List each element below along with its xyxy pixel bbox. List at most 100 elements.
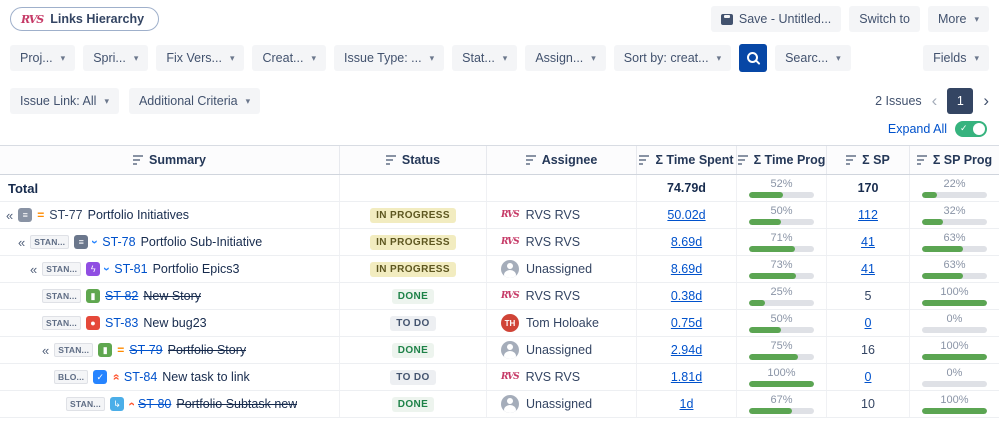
- progress-fill: [749, 191, 783, 198]
- collapse-button[interactable]: «: [42, 343, 49, 358]
- column-header-status[interactable]: Status: [340, 146, 487, 174]
- value-link[interactable]: 8.69d: [671, 262, 702, 276]
- filter-project-dropdown[interactable]: Proj...: [10, 45, 76, 71]
- assignee-name: RVS RVS: [525, 289, 581, 303]
- filter-issue-type-dropdown[interactable]: Issue Type: ...: [334, 45, 445, 71]
- issue-key[interactable]: ST-80: [138, 397, 171, 411]
- value-link[interactable]: 1.81d: [671, 370, 702, 384]
- progress-percent: 50%: [770, 204, 793, 217]
- column-header-sp-prog[interactable]: Σ SP Prog: [910, 146, 999, 174]
- progress-cell: 71%: [737, 229, 827, 255]
- status-cell: TO DO: [340, 310, 487, 336]
- save-button[interactable]: Save - Untitled...: [710, 6, 842, 32]
- filter-sprint-dropdown[interactable]: Spri...: [83, 45, 149, 71]
- issue-link-label: Issue Link: All: [20, 94, 97, 108]
- unassigned-avatar-icon: [501, 260, 519, 278]
- search-button[interactable]: [739, 44, 768, 72]
- total-row: Total 74.79d 52% 170 22%: [0, 175, 999, 202]
- value-link[interactable]: 0: [865, 370, 872, 384]
- value-cell: 16: [827, 337, 910, 363]
- issue-key[interactable]: ST-84: [124, 370, 157, 384]
- collapse-button[interactable]: «: [18, 235, 25, 250]
- story-icon: ▮: [98, 343, 113, 357]
- value-link[interactable]: 0.75d: [671, 316, 702, 330]
- page-number-button[interactable]: 1: [947, 88, 974, 114]
- progress-cell: 50%: [737, 310, 827, 336]
- value-cell: 0.75d: [637, 310, 737, 336]
- value-cell: 1.81d: [637, 364, 737, 390]
- issue-summary[interactable]: New Story: [143, 289, 201, 303]
- progress-bar: [922, 299, 987, 306]
- assignee-cell: Unassigned: [487, 337, 637, 363]
- issue-key[interactable]: ST-83: [105, 316, 138, 330]
- link-type-badge: STAN...: [42, 316, 81, 330]
- more-button[interactable]: More: [927, 6, 989, 32]
- value-link[interactable]: 1d: [680, 397, 694, 411]
- status-badge: DONE: [391, 288, 435, 304]
- filter-fix-version-dropdown[interactable]: Fix Vers...: [156, 45, 245, 71]
- value-link[interactable]: 41: [861, 235, 875, 249]
- filter-status-dropdown[interactable]: Stat...: [452, 45, 518, 71]
- summary-cell: « STAN... ϟ › ST-81 Portfolio Epics3: [0, 256, 340, 282]
- collapse-button[interactable]: «: [6, 208, 13, 223]
- table-row: STAN... ↳ › ST-80 Portfolio Subtask new DONE U…: [0, 391, 999, 418]
- status-cell: [340, 175, 487, 201]
- status-cell: DONE: [340, 391, 487, 417]
- collapse-button[interactable]: «: [30, 262, 37, 277]
- progress-fill: [749, 380, 814, 387]
- issue-summary[interactable]: Portfolio Sub-Initiative: [141, 235, 263, 249]
- filter-sort-by-dropdown[interactable]: Sort by: creat...: [613, 45, 732, 71]
- filter-assignee-dropdown[interactable]: Assign...: [525, 45, 606, 71]
- issue-summary[interactable]: Portfolio Epics3: [153, 262, 240, 276]
- progress-percent: 32%: [943, 204, 966, 217]
- issue-key[interactable]: ST-81: [114, 262, 147, 276]
- issue-key[interactable]: ST-77: [49, 208, 82, 222]
- issue-key[interactable]: ST-82: [105, 289, 138, 303]
- status-badge: DONE: [391, 342, 435, 358]
- value-link[interactable]: 8.69d: [671, 235, 702, 249]
- filter-created-dropdown[interactable]: Creat...: [252, 45, 327, 71]
- additional-criteria-dropdown[interactable]: Additional Criteria: [128, 88, 261, 114]
- value-link[interactable]: 50.02d: [667, 208, 705, 222]
- value-cell: 41: [827, 256, 910, 282]
- column-header-summary[interactable]: Summary: [0, 146, 340, 174]
- issue-key[interactable]: ST-78: [102, 235, 135, 249]
- column-header-time-prog[interactable]: Σ Time Prog: [737, 146, 827, 174]
- progress-cell: 100%: [910, 391, 999, 417]
- issue-summary[interactable]: Portfolio Initiatives: [88, 208, 189, 222]
- expand-all-link[interactable]: Expand All: [888, 122, 947, 136]
- links-hierarchy-button[interactable]: RVS Links Hierarchy: [10, 7, 160, 31]
- value-link[interactable]: 0.38d: [671, 289, 702, 303]
- progress-fill: [922, 218, 943, 225]
- filter-search-dropdown[interactable]: Searc...: [775, 45, 851, 71]
- value-link[interactable]: 2.94d: [671, 343, 702, 357]
- issue-summary[interactable]: New bug23: [143, 316, 206, 330]
- expand-toggle[interactable]: [955, 121, 987, 137]
- issue-key[interactable]: ST-79: [129, 343, 162, 357]
- issue-summary[interactable]: Portfolio Subtask new: [176, 397, 297, 411]
- value-link[interactable]: 41: [861, 262, 875, 276]
- issue-summary[interactable]: Portfolio Story: [168, 343, 247, 357]
- column-header-time-spent[interactable]: Σ Time Spent: [637, 146, 737, 174]
- fields-dropdown[interactable]: Fields: [923, 45, 989, 71]
- issue-link-dropdown[interactable]: Issue Link: All: [10, 88, 119, 114]
- next-page-icon[interactable]: ›: [983, 91, 989, 111]
- prev-page-icon[interactable]: ‹: [932, 91, 938, 111]
- column-header-assignee[interactable]: Assignee: [487, 146, 637, 174]
- progress-fill: [749, 272, 797, 279]
- value-link[interactable]: 0: [865, 316, 872, 330]
- status-cell: IN PROGRESS: [340, 229, 487, 255]
- status-badge: TO DO: [390, 315, 436, 331]
- pagination: 2 Issues ‹ 1 ›: [875, 88, 989, 114]
- assignee-name: Unassigned: [526, 397, 593, 411]
- switch-to-button[interactable]: Switch to: [849, 6, 920, 32]
- column-header-sp[interactable]: Σ SP: [827, 146, 910, 174]
- issue-summary[interactable]: New task to link: [162, 370, 250, 384]
- rvs-avatar-icon: RVS: [501, 237, 520, 247]
- filter-label: Sort by: creat...: [623, 51, 709, 65]
- table-row: « ≡ = ST-77 Portfolio Initiatives IN PROGRESS…: [0, 202, 999, 229]
- rvs-avatar-icon: RVS: [501, 291, 520, 301]
- filter-label: Issue Type: ...: [344, 51, 422, 65]
- table-row: « STAN... ϟ › ST-81 Portfolio Epics3 IN PROGRE…: [0, 256, 999, 283]
- value-link[interactable]: 112: [858, 208, 878, 222]
